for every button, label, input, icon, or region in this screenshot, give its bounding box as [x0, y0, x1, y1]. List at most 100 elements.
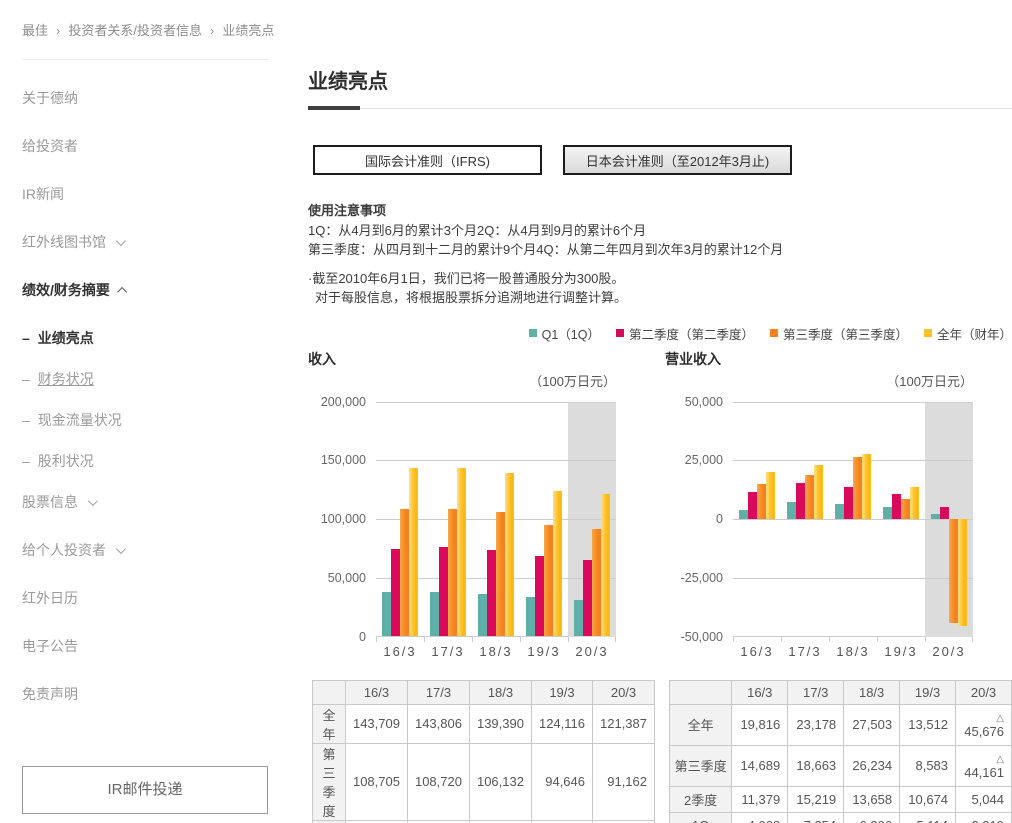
gridline	[733, 578, 973, 579]
bar	[439, 547, 448, 637]
chart-unit-label: （100万日元）	[308, 371, 616, 390]
chart-plot-area	[376, 402, 616, 637]
table-column-header: 17/3	[788, 680, 844, 704]
bar	[391, 549, 400, 637]
table-cell-value: 44,161	[963, 765, 1004, 780]
sidebar-item-label: 给投资者	[22, 136, 78, 156]
table-cell-value: 45,676	[963, 724, 1004, 739]
breadcrumb-separator: ›	[56, 23, 60, 38]
table-cell: 13,658	[844, 786, 900, 812]
y-axis-labels: 200,000150,000100,00050,0000	[308, 402, 376, 637]
table-row: 全年19,81623,17827,50313,512△45,676	[670, 704, 1012, 745]
bar	[487, 550, 496, 636]
bar	[910, 487, 919, 519]
sidebar-item-绩效/财务摘要[interactable]: 绩效/财务摘要	[22, 280, 268, 300]
bar	[544, 525, 553, 636]
chart-legend: Q1（1Q）第二季度（第二季度）第三季度（第三季度）全年（财年）	[308, 324, 1012, 343]
table-row-header: 全年	[670, 704, 732, 745]
table-column-header: 16/3	[345, 680, 407, 704]
ir-mail-button[interactable]: IR邮件投递	[22, 766, 268, 814]
y-axis-tick-label: 200,000	[321, 395, 366, 409]
sidebar-item-股票信息[interactable]: 股票信息	[22, 492, 268, 512]
table-row: 1Q4,0087,3546,3965,1142,319	[670, 812, 1012, 823]
title-accent-bar	[308, 106, 360, 110]
table-cell: 14,689	[732, 745, 788, 786]
sidebar-item-现金流量状况[interactable]: –现金流量状况	[22, 410, 268, 430]
bar	[901, 499, 910, 519]
table-column-header: 18/3	[469, 680, 531, 704]
tab-accounting-0[interactable]: 国际会计准则（IFRS)	[313, 145, 542, 175]
sidebar-item-label: 绩效/财务摘要	[22, 280, 110, 300]
sidebar-item-label: 股利状况	[38, 451, 94, 471]
table-row-header: 第三季度	[670, 745, 732, 786]
table-cell: 5,114	[900, 812, 956, 823]
y-axis-tick-label: 25,000	[685, 453, 723, 467]
bar	[796, 483, 805, 519]
bar	[601, 494, 610, 637]
table-column-header: 19/3	[531, 680, 592, 704]
bar	[748, 492, 757, 519]
table-corner-cell	[670, 680, 732, 704]
legend-item: 第二季度（第二季度）	[616, 324, 754, 343]
table-cell: 106,132	[469, 743, 531, 820]
breadcrumb-item[interactable]: 最佳	[22, 23, 48, 38]
sidebar-item-label: 股票信息	[22, 492, 78, 512]
table-cell: 23,178	[788, 704, 844, 745]
sidebar-item-IR新闻[interactable]: IR新闻	[22, 184, 268, 204]
table-cell: 4,008	[732, 812, 788, 823]
bar	[814, 465, 823, 519]
sidebar-item-业绩亮点[interactable]: –业绩亮点	[22, 328, 268, 348]
page-title: 业绩亮点	[308, 65, 1012, 94]
chart-title: 收入	[308, 349, 655, 369]
sidebar-item-给个人投资者[interactable]: 给个人投资者	[22, 540, 268, 560]
main-content: 业绩亮点 国际会计准则（IFRS)日本会计准则（至2012年3月止) 使用注意事…	[308, 39, 1012, 823]
chart-column: 收入 （100万日元） 200,000150,000100,00050,0000 16…	[308, 349, 655, 823]
breadcrumb-separator: ›	[210, 23, 214, 38]
x-axis-category-label: 20/3	[925, 644, 973, 659]
table-column-header: 18/3	[844, 680, 900, 704]
chevron-down-icon	[116, 236, 126, 246]
sidebar-item-给投资者[interactable]: 给投资者	[22, 136, 268, 156]
y-axis-tick-label: 50,000	[685, 395, 723, 409]
legend-label: Q1（1Q）	[542, 324, 600, 343]
sidebar-item-财务状况[interactable]: –财务状况	[22, 369, 268, 389]
table-body: 全年143,709143,806139,390124,116121,387第三季…	[313, 704, 655, 823]
table-cell: 10,674	[900, 786, 956, 812]
table-cell: 26,234	[844, 745, 900, 786]
tab-accounting-1[interactable]: 日本会计准则（至2012年3月止)	[563, 145, 792, 175]
notes-line: 第三季度：从四月到十二月的累计9个月4Q：从第二年四月到次年3月的累计12个月	[308, 240, 1012, 260]
table-cell: 11,379	[732, 786, 788, 812]
legend-swatch-icon	[770, 329, 778, 337]
table-cell: 7,354	[788, 812, 844, 823]
sidebar-item-电子公告[interactable]: 电子公告	[22, 636, 268, 656]
bar	[949, 519, 958, 623]
x-axis-tick	[829, 637, 830, 642]
bar	[835, 504, 844, 519]
legend-swatch-icon	[616, 329, 624, 337]
x-axis-tick	[972, 637, 973, 642]
dash-icon: –	[22, 453, 30, 469]
legend-item: Q1（1Q）	[529, 324, 600, 343]
table-row: 第三季度108,705108,720106,13294,64691,162	[313, 743, 655, 820]
sidebar-item-关于德纳[interactable]: 关于德纳	[22, 88, 268, 108]
y-axis-tick-label: -25,000	[681, 571, 723, 585]
breadcrumb-item[interactable]: 投资者关系/投资者信息	[68, 23, 202, 38]
x-axis-tick	[733, 637, 734, 642]
sidebar-item-免责声明[interactable]: 免责声明	[22, 684, 268, 704]
table-corner-cell	[313, 680, 346, 704]
layout: 关于德纳给投资者IR新闻红外线图书馆绩效/财务摘要–业绩亮点–财务状况–现金流量…	[0, 39, 1012, 823]
title-block: 业绩亮点	[308, 65, 1012, 109]
bar	[535, 556, 544, 636]
sidebar-item-红外线图书馆[interactable]: 红外线图书馆	[22, 232, 268, 252]
sidebar-item-红外日历[interactable]: 红外日历	[22, 588, 268, 608]
x-axis-tick	[472, 637, 473, 642]
legend-label: 第三季度（第三季度）	[783, 324, 908, 343]
x-axis-tick	[568, 637, 569, 642]
bar	[448, 509, 457, 637]
notes-bullet: ·截至2010年6月1日，我们已将一股普通股分为300股。	[308, 269, 1012, 289]
table-header-row: 16/317/318/319/320/3	[670, 680, 1012, 704]
bar	[382, 592, 391, 636]
sidebar-item-股利状况[interactable]: –股利状况	[22, 451, 268, 471]
x-axis-category-label: 18/3	[829, 644, 877, 659]
charts-row: 收入 （100万日元） 200,000150,000100,00050,0000 16…	[308, 349, 1012, 823]
